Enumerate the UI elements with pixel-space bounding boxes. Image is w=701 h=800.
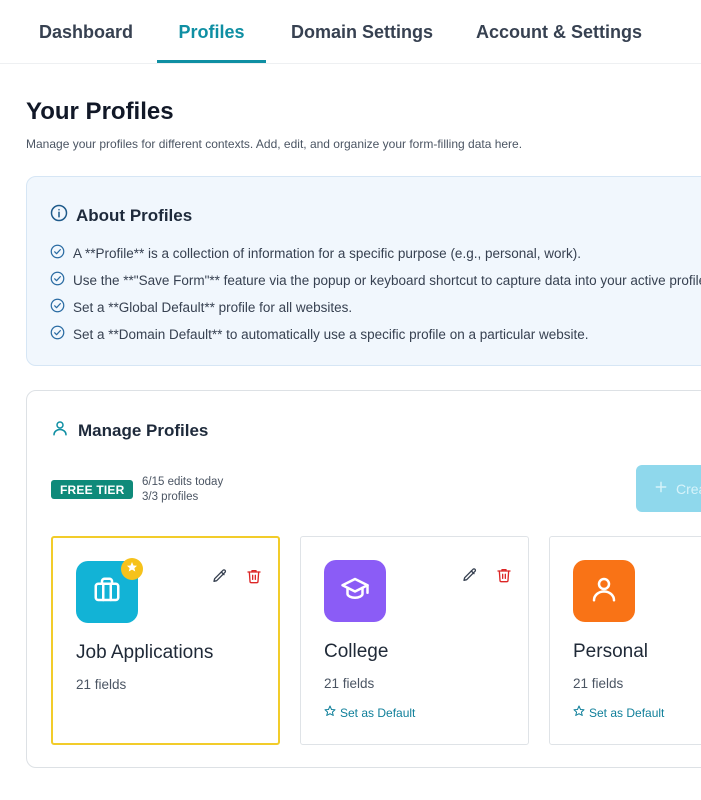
user-icon	[51, 419, 69, 442]
about-item-text: A **Profile** is a collection of informa…	[73, 245, 581, 261]
about-item: Set a **Global Default** profile for all…	[50, 298, 352, 316]
create-profile-button[interactable]: Create	[636, 465, 701, 512]
about-item: A **Profile** is a collection of informa…	[50, 244, 581, 262]
profile-card-job-applications[interactable]: Job Applications 21 fields	[51, 536, 280, 745]
page-title: Your Profiles	[26, 98, 174, 125]
check-circle-icon	[50, 271, 65, 289]
about-item: Set a **Domain Default** to automaticall…	[50, 325, 589, 343]
card-actions	[462, 567, 512, 588]
profiles-usage: 3/3 profiles	[142, 491, 199, 503]
tab-domain-settings[interactable]: Domain Settings	[280, 0, 444, 64]
profile-icon-tile	[324, 560, 386, 622]
user-icon	[589, 574, 619, 609]
edits-usage: 6/15 edits today	[142, 476, 224, 488]
create-profile-label: Create	[676, 480, 701, 497]
usage-info: 6/15 edits today 3/3 profiles	[142, 475, 223, 505]
profile-card-personal[interactable]: Personal 21 fields Set as Default	[549, 536, 701, 745]
manage-profiles-title: Manage Profiles	[78, 420, 209, 440]
star-outline-icon	[324, 705, 336, 720]
page-subtitle: Manage your profiles for different conte…	[26, 137, 523, 151]
about-profiles-title: About Profiles	[76, 205, 193, 225]
profile-name: Personal	[573, 641, 648, 662]
profile-name: College	[324, 641, 389, 662]
set-as-default-link[interactable]: Set as Default	[573, 705, 664, 720]
profile-field-count: 21 fields	[573, 676, 624, 691]
edit-pencil-icon[interactable]	[462, 567, 478, 588]
star-icon	[126, 560, 138, 578]
check-circle-icon	[50, 244, 65, 262]
free-tier-badge: FREE TIER	[51, 480, 134, 499]
active-tab-indicator	[157, 60, 266, 63]
tab-dashboard[interactable]: Dashboard	[26, 0, 146, 64]
manage-profiles-section: Manage Profiles FREE TIER 6/15 edits tod…	[26, 390, 701, 768]
profile-name: Job Applications	[76, 642, 214, 663]
about-item-text: Set a **Domain Default** to automaticall…	[73, 326, 589, 342]
about-item: Use the **"Save Form"** feature via the …	[50, 271, 701, 289]
tab-profiles[interactable]: Profiles	[157, 0, 266, 64]
about-profiles-panel: About Profiles A **Profile** is a collec…	[26, 176, 701, 366]
manage-profiles-heading: Manage Profiles	[51, 419, 208, 442]
star-outline-icon	[573, 705, 585, 720]
top-nav: Dashboard Profiles Domain Settings Accou…	[0, 0, 701, 64]
profile-icon-tile	[573, 560, 635, 622]
about-item-text: Use the **"Save Form"** feature via the …	[73, 272, 701, 288]
profile-card-college[interactable]: College 21 fields Set as Default	[300, 536, 529, 745]
default-star-badge	[121, 558, 143, 580]
delete-trash-icon[interactable]	[246, 568, 262, 589]
check-circle-icon	[50, 298, 65, 316]
edit-pencil-icon[interactable]	[212, 568, 228, 589]
profile-field-count: 21 fields	[324, 676, 375, 691]
graduation-cap-icon	[340, 574, 370, 609]
delete-trash-icon[interactable]	[496, 567, 512, 588]
about-item-text: Set a **Global Default** profile for all…	[73, 299, 353, 315]
info-icon	[50, 204, 68, 227]
set-as-default-label: Set as Default	[340, 705, 416, 720]
set-as-default-label: Set as Default	[589, 705, 665, 720]
tab-account-settings[interactable]: Account & Settings	[466, 0, 652, 64]
card-actions	[212, 568, 262, 589]
about-profiles-heading: About Profiles	[50, 204, 192, 227]
plus-icon	[654, 480, 668, 497]
briefcase-icon	[92, 575, 122, 610]
profile-field-count: 21 fields	[76, 677, 127, 692]
set-as-default-link[interactable]: Set as Default	[324, 705, 415, 720]
check-circle-icon	[50, 325, 65, 343]
